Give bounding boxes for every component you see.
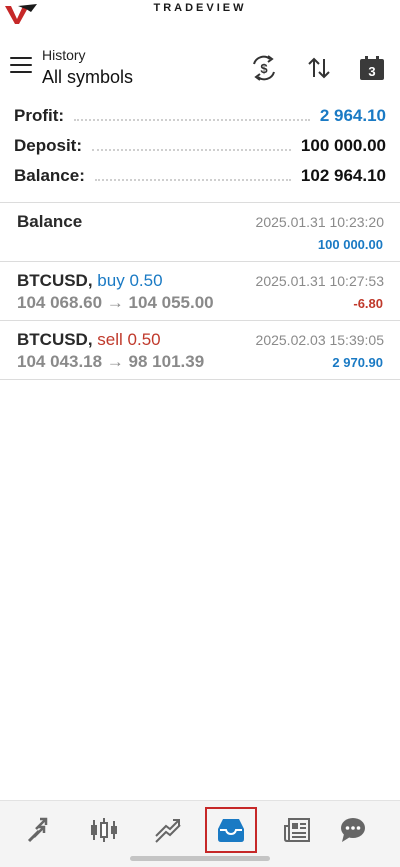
top-bar: History All symbols $ 3 — [0, 40, 400, 96]
summary-value: 2 964.10 — [319, 106, 386, 125]
deal-volume: 0.50 — [127, 330, 161, 349]
tab-news[interactable] — [271, 807, 323, 853]
summary-row-profit: Profit: 2 964.10 — [14, 106, 386, 135]
summary-label: Profit: — [14, 106, 65, 125]
trade-icon — [155, 819, 181, 843]
deal-row[interactable]: BTCUSD, buy 0.50 104 068.60 → 104 055.00… — [0, 262, 400, 320]
dotted-leader — [92, 139, 291, 151]
news-icon — [284, 818, 310, 842]
sort-icon — [308, 57, 330, 79]
divider — [0, 379, 400, 380]
messages-icon — [341, 818, 365, 842]
deal-direction: buy — [97, 271, 125, 290]
summary-panel: Profit: 2 964.10 Deposit: 100 000.00 Bal… — [0, 104, 400, 200]
brand-bar: TRADEVIEW — [0, 0, 400, 36]
calendar-day: 3 — [368, 64, 375, 79]
deal-row[interactable]: BTCUSD, sell 0.50 104 043.18 → 98 101.39… — [0, 321, 400, 379]
calendar-icon: 3 — [360, 56, 384, 80]
deal-row[interactable]: Balance 2025.01.31 10:23:20 100 000.00 — [0, 203, 400, 261]
history-icon — [218, 819, 244, 842]
deal-amount: -6.80 — [353, 296, 383, 311]
deal-symbol: BTCUSD, buy 0.50 — [17, 271, 163, 290]
tab-quotes[interactable] — [14, 807, 66, 853]
summary-label: Balance: — [14, 166, 85, 185]
tab-messages[interactable] — [327, 807, 379, 853]
currency-exchange-icon: $ — [253, 55, 275, 81]
deal-time: 2025.01.31 10:23:20 — [255, 214, 384, 230]
page-title[interactable]: All symbols — [42, 67, 133, 88]
tab-history[interactable] — [205, 807, 257, 853]
summary-label: Deposit: — [14, 136, 82, 155]
menu-icon[interactable] — [10, 57, 32, 75]
page-subtitle: History — [42, 47, 86, 63]
dotted-leader — [94, 169, 291, 181]
deal-volume: 0.50 — [129, 271, 163, 290]
calendar-button[interactable]: 3 — [357, 54, 387, 82]
deal-symbol: Balance — [17, 212, 83, 231]
deal-time: 2025.02.03 15:39:05 — [255, 332, 384, 348]
svg-text:$: $ — [260, 61, 268, 76]
deal-time: 2025.01.31 10:27:53 — [255, 273, 384, 289]
sort-button[interactable] — [304, 54, 334, 82]
summary-row-deposit: Deposit: 100 000.00 — [14, 136, 386, 165]
brand-name: TRADEVIEW — [153, 2, 247, 14]
dotted-leader — [74, 109, 310, 121]
quotes-icon — [27, 817, 48, 843]
deal-prices: 104 068.60 → 104 055.00 — [17, 293, 214, 312]
deal-direction: sell — [97, 330, 123, 349]
tab-chart[interactable] — [78, 807, 130, 853]
summary-value: 102 964.10 — [300, 166, 386, 185]
deal-amount: 2 970.90 — [332, 355, 383, 370]
tab-trade[interactable] — [142, 807, 194, 853]
summary-row-balance: Balance: 102 964.10 — [14, 166, 386, 195]
deal-symbol: BTCUSD, sell 0.50 — [17, 330, 161, 349]
summary-value: 100 000.00 — [300, 136, 386, 155]
deal-prices: 104 043.18 → 98 101.39 — [17, 352, 205, 371]
chart-icon — [91, 818, 117, 842]
currency-button[interactable]: $ — [249, 54, 279, 82]
deal-amount: 100 000.00 — [317, 237, 383, 252]
home-indicator — [130, 856, 270, 861]
